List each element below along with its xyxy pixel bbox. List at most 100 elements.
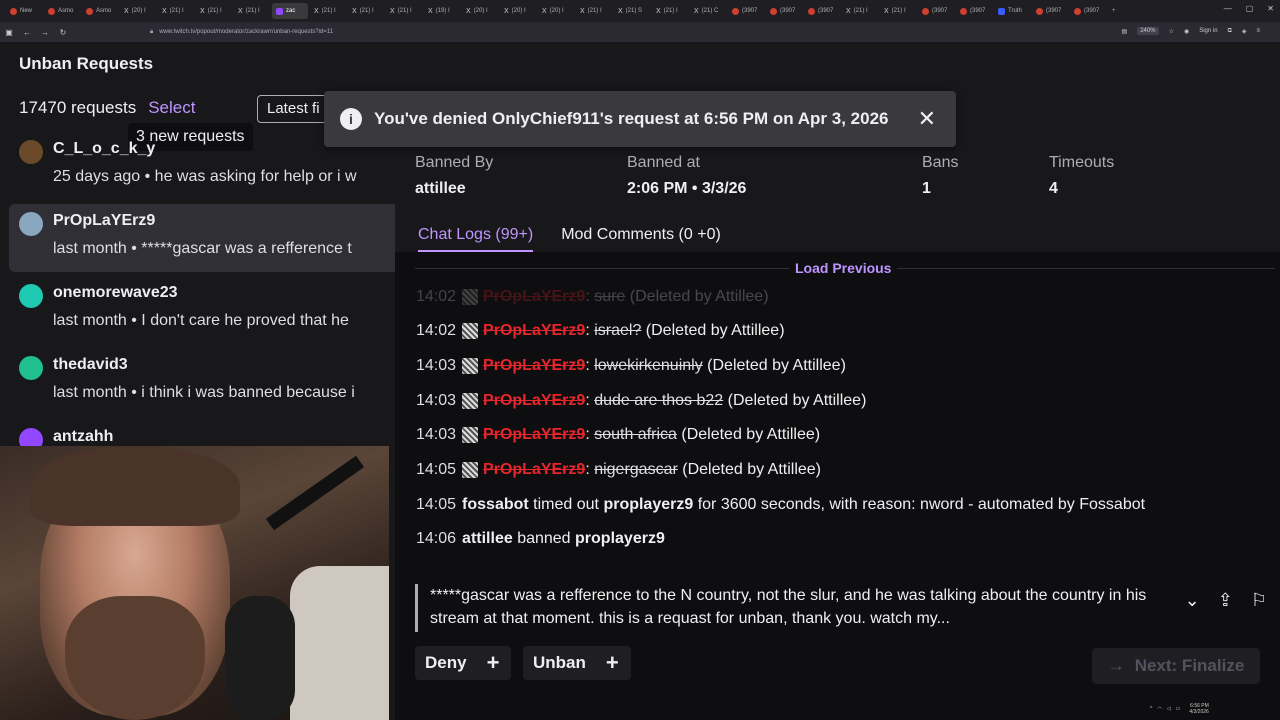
request-username: PrOpLaYErz9 [53, 212, 156, 229]
extensions-icon[interactable]: ⧉ [1228, 28, 1232, 35]
tray-arrow-icon[interactable]: ^ [1150, 706, 1152, 712]
maximize-icon[interactable]: ▢ [1246, 4, 1254, 13]
sign-in-link[interactable]: Sign in [1199, 28, 1217, 34]
browser-tab[interactable]: X (21) I [576, 3, 612, 19]
select-link[interactable]: Select [148, 98, 195, 118]
chat-username[interactable]: PrOpLaYErz9 [483, 461, 585, 479]
browser-tab[interactable]: X (21) I [652, 3, 688, 19]
bookmark-star-icon[interactable]: ☆ [1169, 28, 1174, 35]
browser-tab[interactable]: X (21) I [310, 3, 346, 19]
browser-tab[interactable]: (3907 [766, 3, 802, 19]
account-icon[interactable]: ◉ [1184, 28, 1189, 35]
browser-tab-label: (21) I [587, 8, 602, 14]
webcam-shirt [290, 566, 389, 720]
browser-tab[interactable]: zac [272, 3, 308, 19]
tab-chat-logs[interactable]: Chat Logs (99+) [418, 226, 534, 252]
chat-username[interactable]: PrOpLaYErz9 [483, 392, 585, 410]
chat-colon: : [585, 357, 595, 375]
browser-tab-label: (21) I [321, 8, 336, 14]
browser-tab[interactable]: X (20) I [462, 3, 498, 19]
sidebar-toggle-icon[interactable]: ▣ [0, 28, 18, 37]
menu-icon[interactable]: ≡ [1256, 28, 1260, 34]
deny-label: Deny [425, 653, 467, 672]
moderator-name[interactable]: fossabot [462, 496, 529, 514]
battery-icon[interactable]: ▭ [1176, 706, 1181, 712]
chat-timestamp: 14:03 [416, 426, 457, 444]
back-icon[interactable]: ← [18, 28, 36, 37]
wifi-icon[interactable]: ◠ [1157, 706, 1161, 712]
x-logo-icon: X [542, 7, 547, 15]
browser-tab[interactable]: Asmo [44, 3, 80, 19]
browser-tab[interactable]: (3907 [728, 3, 764, 19]
request-list-item[interactable]: PrOpLaYErz9 last month • *****gascar was … [9, 204, 395, 272]
browser-tab[interactable]: (3907 [804, 3, 840, 19]
chat-username[interactable]: PrOpLaYErz9 [483, 426, 585, 444]
report-icon[interactable]: ⚐ [1251, 590, 1267, 611]
browser-tab[interactable]: (3907 [1070, 3, 1106, 19]
chat-timestamp: 14:02 [416, 322, 457, 340]
request-list-item[interactable]: onemorewave23 last month • I don't care h… [9, 276, 395, 344]
target-username[interactable]: proplayerz9 [603, 496, 693, 514]
request-preview: last month • I don't care he proved that… [53, 312, 349, 329]
browser-tab[interactable]: X (20) I [500, 3, 536, 19]
reader-icon[interactable]: ▤ [1122, 28, 1128, 35]
minimize-icon[interactable]: — [1224, 4, 1232, 13]
request-username: C_L_o_c_k_y [53, 140, 156, 157]
tab-mod-comments[interactable]: Mod Comments (0 +0) [561, 226, 721, 252]
reason-text: *****gascar was a refference to the N co… [430, 587, 1147, 627]
share-icon[interactable]: ⇪ [1218, 590, 1233, 611]
browser-tab[interactable]: X (21) S [614, 3, 650, 19]
moderator-name[interactable]: attillee [462, 530, 513, 548]
next-finalize-button[interactable]: → Next: Finalize [1092, 648, 1260, 684]
unban-button[interactable]: Unban + [523, 646, 631, 680]
chat-username[interactable]: PrOpLaYErz9 [483, 288, 585, 306]
speaker-icon[interactable]: ◁ [1167, 706, 1171, 712]
x-logo-icon: X [884, 7, 889, 15]
browser-tab[interactable]: Asmo [82, 3, 118, 19]
tray-clock[interactable]: 6:56 PM 4/3/2026 [1189, 703, 1208, 715]
banned-by-value[interactable]: attillee [415, 180, 493, 198]
reload-icon[interactable]: ↻ [54, 28, 72, 37]
url-text: www.twitch.tv/popout/moderator/zackrawrr… [159, 29, 334, 35]
browser-tab[interactable]: New [6, 3, 42, 19]
close-icon[interactable]: ✕ [918, 108, 936, 130]
avatar [19, 356, 43, 380]
browser-tab[interactable]: (3907 [918, 3, 954, 19]
zoom-level[interactable]: 240% [1137, 27, 1159, 35]
browser-tab[interactable]: Truth [994, 3, 1030, 19]
chat-username[interactable]: PrOpLaYErz9 [483, 357, 585, 375]
deny-button[interactable]: Deny + [415, 646, 512, 680]
browser-tab[interactable]: X (21) C [690, 3, 726, 19]
browser-tab[interactable]: X (21) I [842, 3, 878, 19]
chat-log-line: 14:03 PrOpLaYErz9: dude are thos b22 (Del… [416, 383, 1276, 418]
request-count-row: 17470 requests Select [19, 98, 195, 118]
banned-at-value: 2:06 PM • 3/3/26 [627, 180, 747, 197]
new-tab-button[interactable]: + [1108, 3, 1144, 19]
browser-tab[interactable]: X (21) I [386, 3, 422, 19]
chat-colon: : [585, 391, 595, 409]
browser-tab[interactable]: X (21) I [158, 3, 194, 19]
browser-tab[interactable]: X (20) I [538, 3, 574, 19]
browser-tab[interactable]: (3907 [1032, 3, 1068, 19]
address-bar: ▣ ← → ↻ 🔒︎ www.twitch.tv/popout/moderato… [0, 22, 1280, 42]
browser-tab[interactable]: (3907 [956, 3, 992, 19]
browser-tab[interactable]: X (21) I [348, 3, 384, 19]
browser-tab[interactable]: X (19) I [424, 3, 460, 19]
chat-username[interactable]: PrOpLaYErz9 [483, 322, 585, 340]
target-username[interactable]: proplayerz9 [575, 530, 665, 548]
browser-tab[interactable]: X (21) I [880, 3, 916, 19]
browser-tab[interactable]: X (21) I [234, 3, 270, 19]
load-previous-button[interactable]: Load Previous [789, 260, 898, 276]
extension-icon[interactable]: ◈ [1242, 28, 1247, 35]
forward-icon[interactable]: → [36, 28, 54, 37]
browser-tab[interactable]: X (20) I [120, 3, 156, 19]
url-field[interactable]: 🔒︎ www.twitch.tv/popout/moderator/zackra… [140, 26, 1120, 38]
chevron-down-icon[interactable]: ⌄ [1185, 590, 1200, 611]
close-window-icon[interactable]: ✕ [1267, 4, 1274, 13]
request-list-item[interactable]: thedavid3 last month • i think i was bann… [9, 348, 395, 416]
browser-tab[interactable]: X (21) I [196, 3, 232, 19]
plus-icon: + [605, 650, 619, 675]
browser-tab-label: (3907 [1084, 8, 1100, 14]
deleted-note: (Deleted by Attillee) [681, 426, 821, 444]
deleted-message: sure [594, 288, 626, 305]
